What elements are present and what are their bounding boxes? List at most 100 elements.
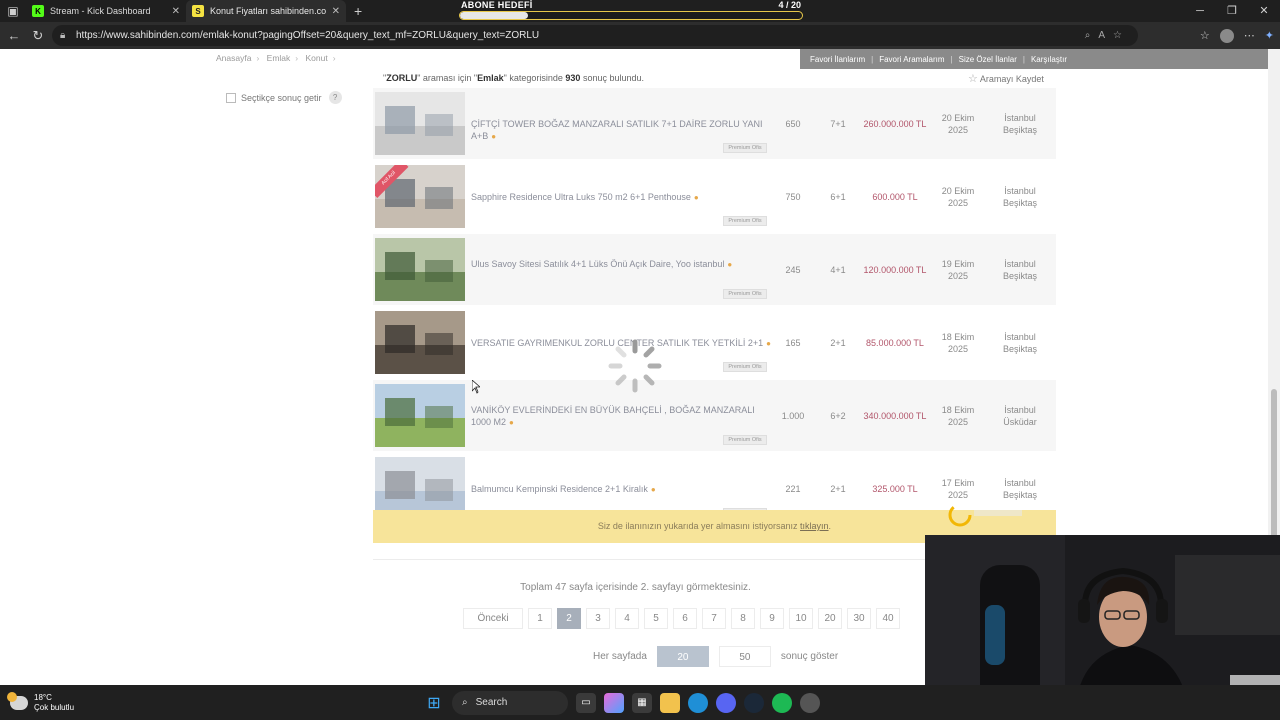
windows-start-icon[interactable]: ⊞ [424, 693, 444, 713]
page-button-3[interactable]: 3 [586, 608, 610, 629]
page-button-8[interactable]: 8 [731, 608, 755, 629]
listing-title-link[interactable]: Ulus Savoy Sitesi Satılık 4+1 Lüks Önü A… [471, 258, 771, 271]
pagination: Önceki 1 2 3 4 5 6 7 8 9 10 20 30 40 [463, 608, 900, 629]
page-button-2[interactable]: 2 [557, 608, 581, 629]
store-icon[interactable]: ▦ [632, 692, 652, 713]
listing-row[interactable]: Acil Acil Sapphire Residence Ultra Luks 7… [373, 161, 1056, 232]
weather-widget[interactable]: 18°C Çok bulutlu [7, 692, 74, 713]
listing-date-day: 20 Ekim [941, 186, 975, 196]
page-button-5[interactable]: 5 [644, 608, 668, 629]
promo-link[interactable]: tıklayın [800, 521, 829, 531]
favorite-star-icon[interactable]: ☆ [1113, 30, 1130, 41]
copilot-icon[interactable]: ✦ [1265, 29, 1274, 42]
map-pin-icon[interactable]: ● [694, 192, 699, 204]
divider: | [871, 54, 874, 64]
help-icon[interactable]: ? [328, 91, 342, 104]
instant-results-checkbox[interactable] [226, 92, 236, 103]
listing-photo[interactable] [375, 384, 465, 447]
listing-date: 17 Ekim 2025 [933, 477, 983, 501]
page-button-6[interactable]: 6 [673, 608, 697, 629]
breadcrumb-home[interactable]: Anasayfa [216, 53, 251, 63]
spotify-icon[interactable] [772, 692, 792, 713]
map-pin-icon[interactable]: ● [766, 338, 771, 350]
profile-avatar[interactable] [1219, 28, 1234, 43]
listing-title-link[interactable]: Balmumcu Kempinski Residence 2+1 Kiralık… [471, 483, 771, 496]
listing-row[interactable]: ÇİFTÇİ TOWER BOĞAZ MANZARALI SATILIK 7+1… [373, 88, 1056, 159]
task-view-icon[interactable]: ▭ [576, 692, 596, 713]
steam-icon[interactable] [744, 692, 764, 713]
back-icon[interactable]: ← [2, 28, 26, 43]
page-button-9[interactable]: 9 [760, 608, 784, 629]
listing-photo[interactable] [375, 238, 465, 301]
map-pin-icon[interactable]: ● [727, 259, 732, 271]
browser-toolbar-right: ☆ ⋯ ✦ [1200, 22, 1274, 49]
link-favorite-searches[interactable]: Favori Aramalarım [879, 55, 944, 64]
listing-title-link[interactable]: VANİKÖY EVLERİNDEKİ EN BÜYÜK BAHÇELİ , B… [471, 404, 771, 429]
link-compare[interactable]: Karşılaştır [1031, 55, 1067, 64]
page-button-10[interactable]: 10 [789, 608, 813, 629]
app-icon[interactable] [800, 692, 820, 713]
favorites-icon[interactable]: ☆ [1200, 29, 1210, 42]
edge-icon[interactable] [688, 692, 708, 713]
link-favorite-listings[interactable]: Favori İlanlarım [810, 55, 865, 64]
listing-location: İstanbul Beşiktaş [990, 185, 1050, 209]
file-explorer-icon[interactable] [660, 692, 680, 713]
close-tab-icon[interactable]: ✕ [332, 6, 340, 17]
url-field[interactable]: 🔒︎ https://www.sahibinden.com/emlak-konu… [52, 25, 1138, 46]
map-pin-icon[interactable]: ● [491, 131, 496, 143]
previous-page-button[interactable]: Önceki [463, 608, 523, 629]
listing-district: Üsküdar [1003, 417, 1037, 427]
listing-title-link[interactable]: Sapphire Residence Ultra Luks 750 m2 6+1… [471, 191, 771, 204]
listing-row[interactable]: VERSATIE GAYRIMENKUL ZORLU CENTER SATILI… [373, 307, 1056, 378]
listing-date: 18 Ekim 2025 [933, 404, 983, 428]
link-special-listings[interactable]: Size Özel İlanlar [959, 55, 1017, 64]
per-page-option-20[interactable]: 20 [656, 646, 709, 667]
listing-m2: 750 [785, 192, 801, 202]
listing-price: 120.000.000 TL [863, 265, 927, 275]
map-pin-icon[interactable]: ● [509, 417, 514, 429]
copilot-app-icon[interactable] [604, 692, 624, 713]
page-button-40[interactable]: 40 [876, 608, 900, 629]
discord-icon[interactable] [716, 692, 736, 713]
read-aloud-icon[interactable]: A [1098, 30, 1113, 41]
listing-date-year: 2025 [947, 198, 969, 208]
listing-date: 19 Ekim 2025 [933, 258, 983, 282]
taskbar-search[interactable]: ⌕ Search [452, 690, 568, 715]
listing-date-year: 2025 [947, 271, 969, 281]
page-button-30[interactable]: 30 [847, 608, 871, 629]
chevron-right-icon: › [256, 53, 260, 63]
reload-icon[interactable]: ↻ [26, 28, 50, 44]
listing-photo[interactable] [375, 92, 465, 155]
tab-actions-icon[interactable]: ▣ [0, 0, 26, 22]
listing-rooms: 6+1 [830, 192, 846, 202]
tab-sahibinden[interactable]: S Konut Fiyatları sahibinden.com'da ✕ [186, 0, 346, 22]
new-tab-icon[interactable]: + [354, 3, 362, 19]
map-pin-icon[interactable]: ● [651, 484, 656, 496]
breadcrumb-row: Anasayfa › Emlak › Konut › Favori İlanlarım… [0, 49, 1268, 69]
close-window-icon[interactable]: ✕ [1248, 0, 1280, 22]
breadcrumb-konut[interactable]: Konut [306, 53, 328, 63]
listing-photo[interactable]: Acil Acil [375, 165, 465, 228]
address-bar-row: ← ↻ 🔒︎ https://www.sahibinden.com/emlak-… [0, 22, 1280, 49]
premium-office-badge: Premium Ofis [723, 435, 767, 445]
close-tab-icon[interactable]: ✕ [172, 6, 180, 17]
zoom-icon[interactable]: ⌕ [1085, 30, 1099, 41]
listing-row[interactable]: Ulus Savoy Sitesi Satılık 4+1 Lüks Önü A… [373, 234, 1056, 305]
breadcrumb-emlak[interactable]: Emlak [267, 53, 291, 63]
page-button-7[interactable]: 7 [702, 608, 726, 629]
listing-date: 18 Ekim 2025 [933, 331, 983, 355]
per-page-option-50[interactable]: 50 [718, 646, 771, 667]
page-button-1[interactable]: 1 [528, 608, 552, 629]
page-button-20[interactable]: 20 [818, 608, 842, 629]
maximize-icon[interactable]: ❐ [1216, 0, 1248, 22]
tab-kick-dashboard[interactable]: K Stream - Kick Dashboard ✕ [26, 0, 186, 22]
listing-photo[interactable] [375, 311, 465, 374]
listing-title-link[interactable]: ÇİFTÇİ TOWER BOĞAZ MANZARALI SATILIK 7+1… [471, 118, 771, 143]
page-button-4[interactable]: 4 [615, 608, 639, 629]
save-search-button[interactable]: ☆ Aramayı Kaydet [968, 72, 1044, 85]
settings-menu-icon[interactable]: ⋯ [1244, 29, 1255, 42]
minimize-icon[interactable]: ─ [1184, 0, 1216, 22]
weather-temperature: 18°C [34, 693, 52, 702]
tab-title: Stream - Kick Dashboard [50, 6, 151, 16]
instant-results-option[interactable]: Seçtikçe sonuç getir ? [226, 91, 342, 104]
